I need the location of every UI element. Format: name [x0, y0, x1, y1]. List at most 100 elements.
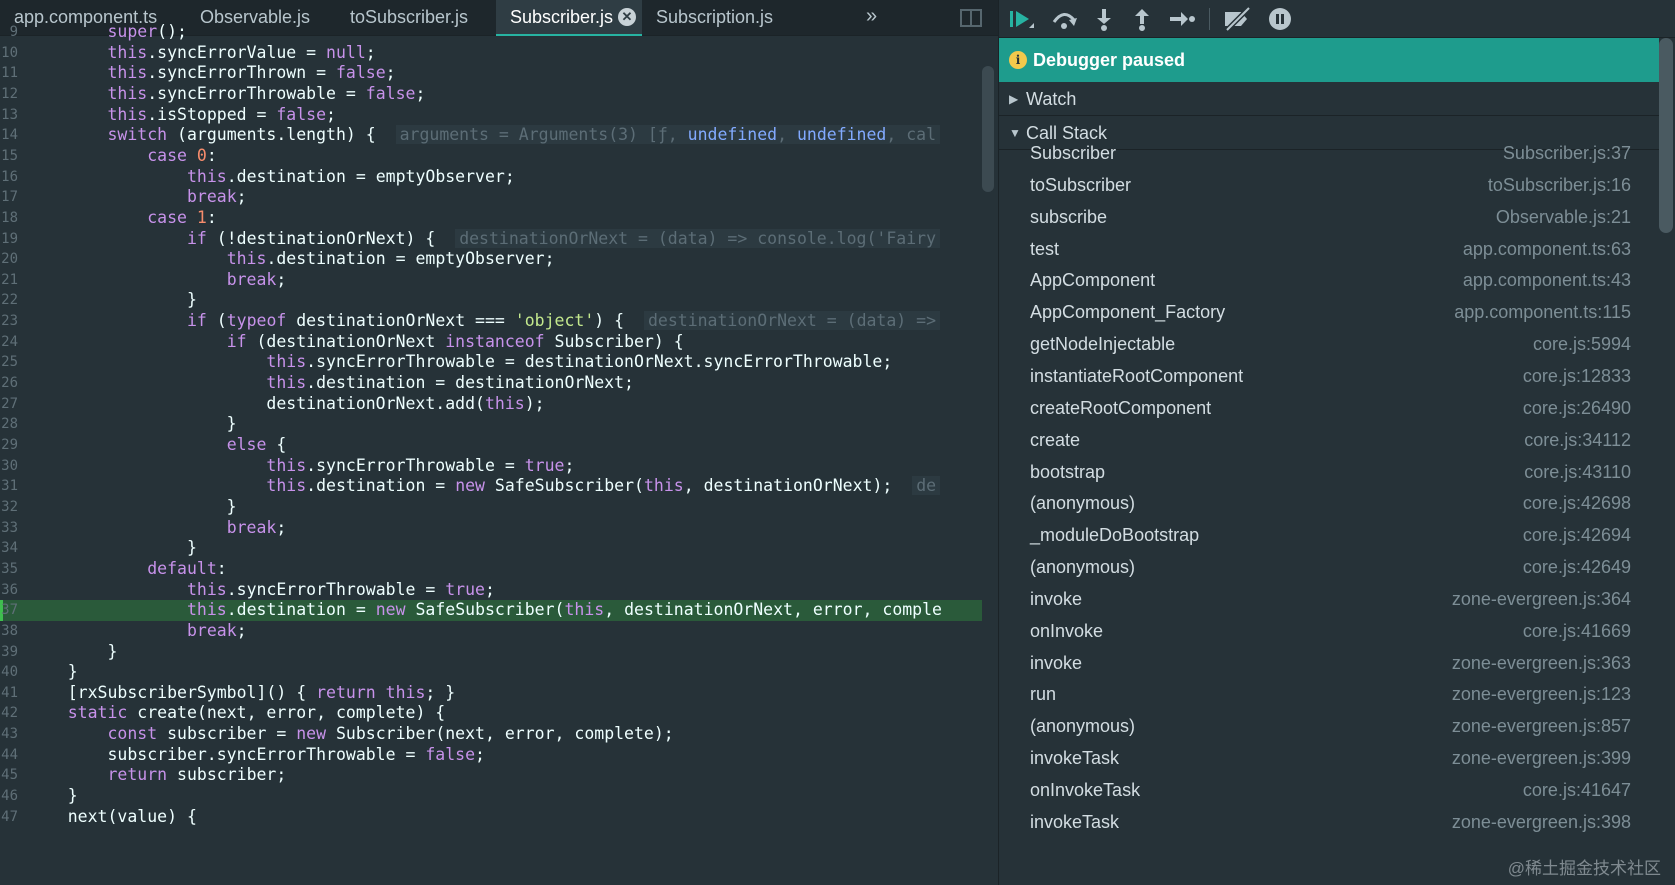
frame-location[interactable]: app.component.ts:43 [1463, 264, 1631, 296]
code-line[interactable]: 12 this.syncErrorThrowable = false; [0, 84, 982, 105]
code-line[interactable]: 31 this.destination = new SafeSubscriber… [0, 476, 982, 497]
frame-location[interactable]: core.js:41647 [1523, 774, 1631, 806]
code-line[interactable]: 17 break; [0, 187, 982, 208]
step-icon[interactable] [1167, 6, 1197, 32]
frame-location[interactable]: toSubscriber.js:16 [1488, 169, 1631, 201]
frame-location[interactable]: Subscriber.js:37 [1503, 137, 1631, 169]
frame-location[interactable]: core.js:42694 [1523, 519, 1631, 551]
callstack-frame[interactable]: toSubscriber toSubscriber.js:16 [999, 169, 1659, 201]
code-line[interactable]: 35 default: [0, 559, 982, 580]
line-number[interactable]: 40 [0, 662, 18, 683]
frame-location[interactable]: core.js:26490 [1523, 392, 1631, 424]
code-line[interactable]: 32 } [0, 497, 982, 518]
frame-location[interactable]: app.component.ts:63 [1463, 233, 1631, 265]
line-number[interactable]: 10 [0, 43, 18, 64]
line-number[interactable]: 47 [0, 807, 18, 828]
line-number[interactable]: 29 [0, 435, 18, 456]
frame-location[interactable]: zone-evergreen.js:398 [1452, 806, 1631, 838]
line-number[interactable]: 15 [0, 146, 18, 167]
callstack-frame[interactable]: (anonymous) zone-evergreen.js:857 [999, 710, 1659, 742]
line-number[interactable]: 39 [0, 642, 18, 663]
step-into-icon[interactable] [1089, 6, 1119, 32]
code-line[interactable]: 38 break; [0, 621, 982, 642]
code-line[interactable]: 18 case 1: [0, 208, 982, 229]
code-line[interactable]: 47 next(value) { [0, 807, 982, 828]
debugger-scrollbar[interactable] [1659, 38, 1673, 233]
code-line[interactable]: 23 if (typeof destinationOrNext === 'obj… [0, 311, 982, 332]
line-number[interactable]: 45 [0, 765, 18, 786]
code-line[interactable]: 33 break; [0, 518, 982, 539]
code-line[interactable]: 26 this.destination = destinationOrNext; [0, 373, 982, 394]
line-number[interactable]: 35 [0, 559, 18, 580]
line-number[interactable]: 20 [0, 249, 18, 270]
watch-section-header[interactable]: ▶ Watch [999, 82, 1659, 116]
callstack-frame[interactable]: invoke zone-evergreen.js:364 [999, 583, 1659, 615]
callstack-frame[interactable]: invokeTask zone-evergreen.js:398 [999, 806, 1659, 838]
line-number[interactable]: 24 [0, 332, 18, 353]
frame-location[interactable]: Observable.js:21 [1496, 201, 1631, 233]
code-line[interactable]: 44 subscriber.syncErrorThrowable = false… [0, 745, 982, 766]
callstack-frame[interactable]: run zone-evergreen.js:123 [999, 678, 1659, 710]
code-line[interactable]: 11 this.syncErrorThrown = false; [0, 63, 982, 84]
callstack-frame[interactable]: AppComponent app.component.ts:43 [999, 264, 1659, 296]
current-execution-line[interactable]: 37 this.destination = new SafeSubscriber… [0, 600, 982, 621]
code-line[interactable]: 22 } [0, 290, 982, 311]
line-number[interactable]: 21 [0, 270, 18, 291]
line-number[interactable]: 11 [0, 63, 18, 84]
resume-icon[interactable] [1007, 6, 1037, 32]
callstack-frame[interactable]: Subscriber Subscriber.js:37 [999, 137, 1659, 169]
frame-location[interactable]: core.js:41669 [1523, 615, 1631, 647]
callstack-frame[interactable]: create core.js:34112 [999, 424, 1659, 456]
line-number[interactable]: 28 [0, 414, 18, 435]
line-number[interactable]: 33 [0, 518, 18, 539]
code-line[interactable]: 29 else { [0, 435, 982, 456]
code-line[interactable]: 43 const subscriber = new Subscriber(nex… [0, 724, 982, 745]
frame-location[interactable]: core.js:42649 [1523, 551, 1631, 583]
line-number[interactable]: 18 [0, 208, 18, 229]
frame-location[interactable]: core.js:42698 [1523, 487, 1631, 519]
code-line[interactable]: 30 this.syncErrorThrowable = true; [0, 456, 982, 477]
code-line[interactable]: 16 this.destination = emptyObserver; [0, 167, 982, 188]
code-line[interactable]: 40 } [0, 662, 982, 683]
line-number[interactable]: 36 [0, 580, 18, 601]
callstack-frame[interactable]: instantiateRootComponent core.js:12833 [999, 360, 1659, 392]
line-number[interactable]: 41 [0, 683, 18, 704]
callstack-frame[interactable]: createRootComponent core.js:26490 [999, 392, 1659, 424]
line-number[interactable]: 31 [0, 476, 18, 497]
line-number[interactable]: 16 [0, 167, 18, 188]
code-line[interactable]: 39 } [0, 642, 982, 663]
code-line[interactable]: 14 switch (arguments.length) { arguments… [0, 125, 982, 146]
frame-location[interactable]: zone-evergreen.js:363 [1452, 647, 1631, 679]
line-number[interactable]: 30 [0, 456, 18, 477]
callstack-frame[interactable]: AppComponent_Factory app.component.ts:115 [999, 296, 1659, 328]
code-line[interactable]: 42 static create(next, error, complete) … [0, 703, 982, 724]
callstack-frame[interactable]: bootstrap core.js:43110 [999, 456, 1659, 488]
editor-scrollbar[interactable] [982, 66, 994, 192]
line-number[interactable]: 12 [0, 84, 18, 105]
line-number[interactable]: 44 [0, 745, 18, 766]
step-out-icon[interactable] [1127, 6, 1157, 32]
code-line[interactable]: 46 } [0, 786, 982, 807]
code-line[interactable]: 34 } [0, 538, 982, 559]
code-line[interactable]: 45 return subscriber; [0, 765, 982, 786]
frame-location[interactable]: core.js:5994 [1533, 328, 1631, 360]
callstack-frame[interactable]: subscribe Observable.js:21 [999, 201, 1659, 233]
line-number[interactable]: 38 [0, 621, 18, 642]
line-number[interactable]: 37 [0, 600, 18, 621]
pause-on-exceptions-icon[interactable] [1265, 6, 1295, 32]
line-number[interactable]: 25 [0, 352, 18, 373]
frame-location[interactable]: core.js:34112 [1524, 424, 1631, 456]
frame-location[interactable]: core.js:12833 [1523, 360, 1631, 392]
line-number[interactable]: 32 [0, 497, 18, 518]
code-area[interactable]: 9 super(); 10 this.syncErrorValue = null;… [0, 22, 982, 885]
code-line[interactable]: 41 [rxSubscriberSymbol]() { return this;… [0, 683, 982, 704]
callstack-frame[interactable]: getNodeInjectable core.js:5994 [999, 328, 1659, 360]
frame-location[interactable]: app.component.ts:115 [1454, 296, 1631, 328]
line-number[interactable]: 14 [0, 125, 18, 146]
code-line[interactable]: 19 if (!destinationOrNext) { destination… [0, 228, 982, 250]
line-number[interactable]: 42 [0, 703, 18, 724]
callstack-frame[interactable]: test app.component.ts:63 [999, 233, 1659, 265]
code-line[interactable]: 28 } [0, 414, 982, 435]
line-number[interactable]: 9 [0, 22, 18, 43]
code-line[interactable]: 15 case 0: [0, 146, 982, 167]
